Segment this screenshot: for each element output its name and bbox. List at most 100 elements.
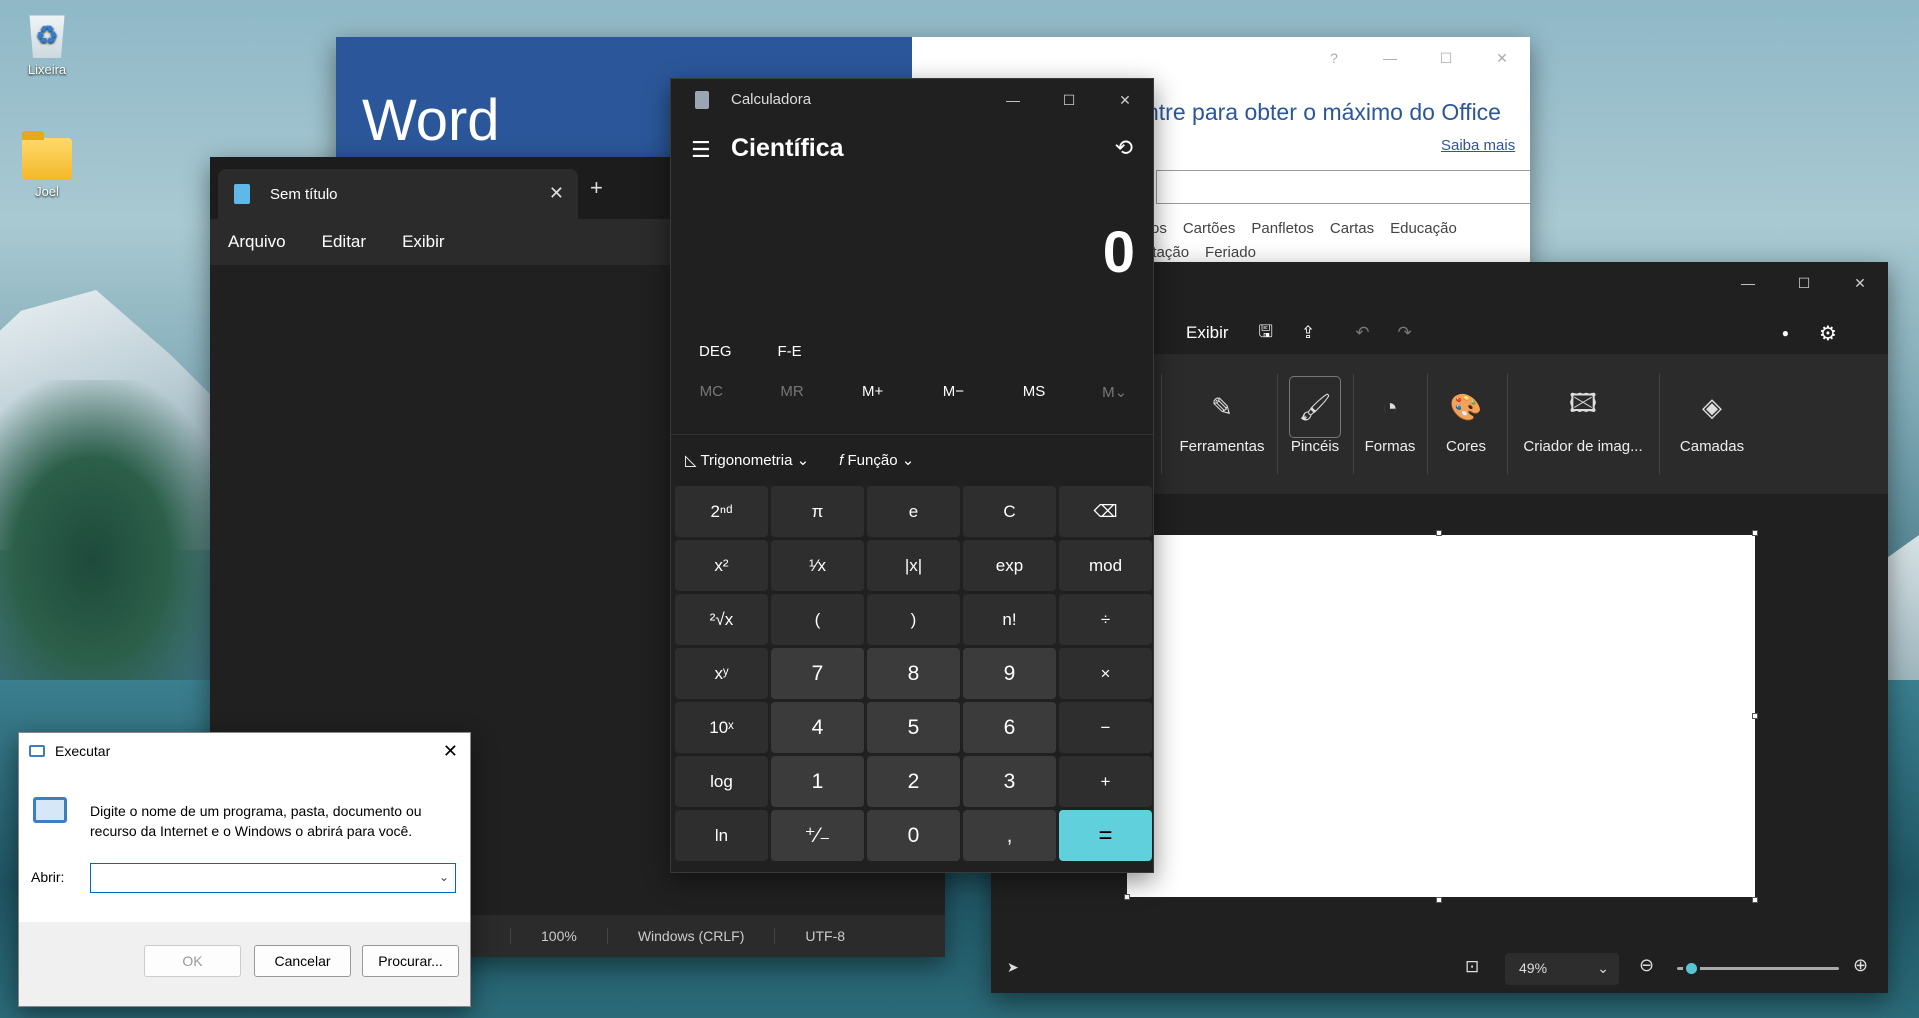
zoom-slider-thumb[interactable]	[1683, 960, 1701, 977]
save-icon[interactable]: 🖫	[1259, 319, 1273, 348]
minimize-icon[interactable]: —	[1362, 37, 1418, 79]
category-link[interactable]: Panfletos	[1251, 220, 1314, 237]
undo-icon[interactable]: ↶	[1355, 323, 1369, 343]
fit-screen-icon[interactable]: ⊡	[1465, 957, 1479, 977]
calc-key-r3c3[interactable]: 9	[963, 648, 1056, 699]
hamburger-menu-icon[interactable]: ☰	[691, 137, 711, 163]
new-tab-icon[interactable]: +	[590, 175, 603, 201]
calc-key-r0c4[interactable]: ⌫	[1059, 486, 1152, 537]
browse-button[interactable]: Procurar...	[362, 945, 459, 977]
calc-key-r5c1[interactable]: 1	[771, 756, 864, 807]
open-input[interactable]: ⌄	[90, 863, 456, 893]
ribbon-tools[interactable]: ✎ Ferramentas	[1175, 376, 1269, 456]
memory-list-button[interactable]: M⌄	[1074, 383, 1153, 401]
chevron-down-icon[interactable]: ⌄	[439, 870, 449, 884]
trigonometry-dropdown[interactable]: ◺ Trigonometria ⌄	[685, 451, 809, 469]
menu-view[interactable]: Exibir	[1186, 323, 1229, 343]
calc-key-r5c3[interactable]: 3	[963, 756, 1056, 807]
calc-key-r4c1[interactable]: 4	[771, 702, 864, 753]
calc-key-r2c3[interactable]: n!	[963, 594, 1056, 645]
close-icon[interactable]: ✕	[1097, 79, 1153, 121]
calc-key-r2c2[interactable]: )	[867, 594, 960, 645]
resize-handle[interactable]	[1752, 530, 1758, 536]
memory-recall-button[interactable]: MR	[752, 383, 833, 401]
calculator-window[interactable]: Calculadora — ☐ ✕ ☰ Científica ⟲ 0 DEG F…	[670, 78, 1154, 873]
calc-key-r6c0[interactable]: ln	[675, 810, 768, 861]
resize-handle[interactable]	[1436, 530, 1442, 536]
share-icon[interactable]: ⇪	[1301, 323, 1315, 343]
calc-key-r4c4[interactable]: −	[1059, 702, 1152, 753]
zoom-in-icon[interactable]: ⊕	[1853, 955, 1868, 976]
calc-key-r4c0[interactable]: 10ˣ	[675, 702, 768, 753]
ribbon-layers[interactable]: ◈ Camadas	[1667, 376, 1757, 456]
close-icon[interactable]: ✕	[443, 741, 458, 762]
calc-key-r3c0[interactable]: xʸ	[675, 648, 768, 699]
calc-key-r1c2[interactable]: |x|	[867, 540, 960, 591]
close-icon[interactable]: ✕	[1832, 262, 1888, 304]
resize-handle[interactable]	[1752, 713, 1758, 719]
calc-key-r2c0[interactable]: ²√x	[675, 594, 768, 645]
calc-key-r0c3[interactable]: C	[963, 486, 1056, 537]
calc-key-r6c2[interactable]: 0	[867, 810, 960, 861]
calc-key-r5c2[interactable]: 2	[867, 756, 960, 807]
close-icon[interactable]: ✕	[1474, 37, 1530, 79]
calc-key-r5c4[interactable]: +	[1059, 756, 1152, 807]
calc-key-r5c0[interactable]: log	[675, 756, 768, 807]
drawing-canvas[interactable]	[1127, 535, 1755, 897]
category-link[interactable]: Feriado	[1205, 244, 1256, 261]
category-link[interactable]: Educação	[1390, 220, 1457, 237]
ribbon-shapes[interactable]: ◔ Formas	[1359, 376, 1421, 456]
calc-key-r1c3[interactable]: exp	[963, 540, 1056, 591]
memory-add-button[interactable]: M+	[832, 383, 913, 401]
ok-button[interactable]: OK	[144, 945, 241, 977]
calc-key-r0c1[interactable]: π	[771, 486, 864, 537]
ribbon-brushes[interactable]: 🖌 Pincéis	[1285, 376, 1345, 455]
category-link[interactable]: Cartões	[1183, 220, 1236, 237]
run-dialog[interactable]: Executar ✕ Digite o nome de um programa,…	[18, 732, 471, 1007]
memory-clear-button[interactable]: MC	[671, 383, 752, 401]
close-tab-icon[interactable]: ✕	[549, 183, 564, 204]
memory-subtract-button[interactable]: M−	[913, 383, 994, 401]
zoom-select[interactable]: 49% ⌄	[1505, 953, 1619, 985]
ribbon-colors[interactable]: 🎨 Cores	[1433, 376, 1499, 456]
menu-file[interactable]: Arquivo	[228, 232, 286, 252]
settings-icon[interactable]: ⚙	[1819, 321, 1837, 346]
calc-key-r0c2[interactable]: e	[867, 486, 960, 537]
notepad-tab[interactable]: Sem título ✕	[218, 169, 578, 219]
help-icon[interactable]: ?	[1306, 37, 1362, 79]
maximize-icon[interactable]: ☐	[1418, 37, 1474, 79]
calc-key-r4c2[interactable]: 5	[867, 702, 960, 753]
calc-key-r1c4[interactable]: mod	[1059, 540, 1152, 591]
memory-store-button[interactable]: MS	[994, 383, 1075, 401]
calc-key-r4c3[interactable]: 6	[963, 702, 1056, 753]
fe-button[interactable]: F-E	[778, 343, 802, 360]
calc-key-r6c4[interactable]: =	[1059, 810, 1152, 861]
maximize-icon[interactable]: ☐	[1776, 262, 1832, 304]
minimize-icon[interactable]: —	[985, 79, 1041, 121]
resize-handle[interactable]	[1124, 894, 1130, 900]
calc-key-r2c1[interactable]: (	[771, 594, 864, 645]
learn-more-link[interactable]: Saiba mais	[1441, 137, 1515, 154]
calc-key-r1c0[interactable]: x²	[675, 540, 768, 591]
menu-edit[interactable]: Editar	[322, 232, 366, 252]
calc-key-r1c1[interactable]: ¹⁄x	[771, 540, 864, 591]
ribbon-image-creator[interactable]: 🖾 Criador de imag...	[1513, 376, 1653, 455]
desktop-icon-recycle-bin[interactable]: Lixeira	[8, 8, 86, 77]
function-dropdown[interactable]: f Função ⌄	[839, 451, 914, 469]
cancel-button[interactable]: Cancelar	[254, 945, 351, 977]
zoom-out-icon[interactable]: ⊖	[1639, 955, 1654, 976]
maximize-icon[interactable]: ☐	[1041, 79, 1097, 121]
zoom-slider[interactable]	[1677, 960, 1839, 977]
redo-icon[interactable]: ↷	[1398, 323, 1412, 343]
template-search-input[interactable]: ⚲	[1156, 170, 1530, 204]
account-icon[interactable]: ●	[1782, 326, 1789, 340]
calc-key-r0c0[interactable]: 2ⁿᵈ	[675, 486, 768, 537]
history-icon[interactable]: ⟲	[1115, 135, 1133, 161]
calc-key-r3c2[interactable]: 8	[867, 648, 960, 699]
category-link[interactable]: Cartas	[1330, 220, 1374, 237]
deg-button[interactable]: DEG	[699, 343, 732, 360]
menu-view[interactable]: Exibir	[402, 232, 445, 252]
calc-key-r3c4[interactable]: ×	[1059, 648, 1152, 699]
minimize-icon[interactable]: —	[1720, 262, 1776, 304]
calc-key-r6c1[interactable]: ⁺⁄₋	[771, 810, 864, 861]
